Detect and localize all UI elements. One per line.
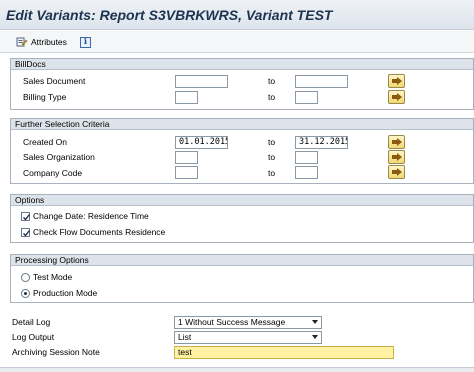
test-mode-label: Test Mode	[33, 272, 73, 282]
group-processing-options: Processing Options Test Mode Production …	[10, 254, 474, 303]
created-on-label: Created On	[23, 137, 67, 147]
group-title-further-selection: Further Selection Criteria	[11, 119, 473, 130]
check-flow-documents-residence-checkbox-row[interactable]: Check Flow Documents Residence	[21, 227, 165, 238]
change-date-residence-time-checkbox[interactable]	[21, 212, 31, 221]
check-flow-documents-residence-label: Check Flow Documents Residence	[33, 227, 166, 237]
test-mode-radio-row[interactable]: Test Mode	[21, 272, 72, 283]
sales-document-label: Sales Document	[23, 76, 86, 86]
billing-type-to-label: to	[268, 92, 276, 102]
log-output-value: List	[178, 332, 192, 342]
test-mode-radio[interactable]	[21, 273, 30, 282]
change-date-residence-time-checkbox-row[interactable]: Change Date: Residence Time	[21, 211, 149, 222]
arrow-right-icon	[392, 77, 402, 85]
arrow-right-icon	[392, 153, 402, 161]
billing-type-label: Billing Type	[23, 92, 67, 102]
info-button[interactable]: i	[80, 34, 91, 50]
group-title-billdocs: BillDocs	[11, 59, 473, 70]
chevron-down-icon	[312, 320, 318, 324]
attributes-label: Attributes	[31, 37, 67, 47]
sales-organization-to-label: to	[268, 152, 276, 162]
arrow-right-icon	[392, 138, 402, 146]
arrow-right-icon	[392, 93, 402, 101]
sales-organization-label: Sales Organization	[23, 152, 95, 162]
billing-type-from-input[interactable]	[175, 91, 198, 104]
production-mode-radio[interactable]	[21, 289, 30, 298]
company-code-to-input[interactable]	[295, 166, 318, 179]
group-title-processing-options: Processing Options	[11, 255, 473, 266]
title-bar: Edit Variants: Report S3VBRKWRS, Variant…	[0, 0, 474, 30]
info-icon: i	[80, 36, 91, 48]
archiving-session-note-input[interactable]: test	[174, 346, 394, 359]
group-further-selection: Further Selection Criteria Created On 01…	[10, 118, 474, 184]
company-code-from-input[interactable]	[175, 166, 198, 179]
log-output-label: Log Output	[12, 332, 55, 342]
checkmark-icon	[23, 214, 31, 221]
sales-organization-multiple-selection-button[interactable]	[388, 150, 405, 164]
checkmark-icon	[23, 230, 31, 237]
change-date-residence-time-label: Change Date: Residence Time	[33, 211, 149, 221]
arrow-right-icon	[392, 168, 402, 176]
sales-organization-from-input[interactable]	[175, 151, 198, 164]
sales-document-multiple-selection-button[interactable]	[388, 74, 405, 88]
group-title-options: Options	[11, 195, 473, 206]
created-on-to-label: to	[268, 137, 276, 147]
billing-type-to-input[interactable]	[295, 91, 318, 104]
sales-document-from-input[interactable]	[175, 75, 228, 88]
window-title: Edit Variants: Report S3VBRKWRS, Variant…	[6, 7, 333, 23]
billing-type-multiple-selection-button[interactable]	[388, 90, 405, 104]
toolbar: Attributes i	[0, 31, 474, 53]
chevron-down-icon	[312, 335, 318, 339]
attributes-button[interactable]: Attributes	[16, 34, 67, 50]
detail-log-dropdown[interactable]: 1 Without Success Message	[174, 316, 322, 329]
check-flow-documents-residence-checkbox[interactable]	[21, 228, 31, 237]
created-on-to-input[interactable]: 31.12.2015	[295, 136, 348, 149]
sales-organization-to-input[interactable]	[295, 151, 318, 164]
window-bottom-edge	[0, 367, 474, 372]
created-on-multiple-selection-button[interactable]	[388, 135, 405, 149]
sales-document-to-input[interactable]	[295, 75, 348, 88]
company-code-multiple-selection-button[interactable]	[388, 165, 405, 179]
sales-document-to-label: to	[268, 76, 276, 86]
detail-log-label: Detail Log	[12, 317, 51, 327]
group-options: Options Change Date: Residence Time Chec…	[10, 194, 474, 243]
archiving-session-note-label: Archiving Session Note	[12, 347, 100, 357]
production-mode-label: Production Mode	[33, 288, 98, 298]
production-mode-radio-row[interactable]: Production Mode	[21, 288, 97, 299]
company-code-to-label: to	[268, 168, 276, 178]
detail-log-value: 1 Without Success Message	[178, 317, 286, 327]
group-billdocs: BillDocs Sales Document to Billing Type …	[10, 58, 474, 110]
log-output-dropdown[interactable]: List	[174, 331, 322, 344]
created-on-from-input[interactable]: 01.01.2015	[175, 136, 228, 149]
company-code-label: Company Code	[23, 168, 83, 178]
attributes-icon	[16, 37, 28, 47]
